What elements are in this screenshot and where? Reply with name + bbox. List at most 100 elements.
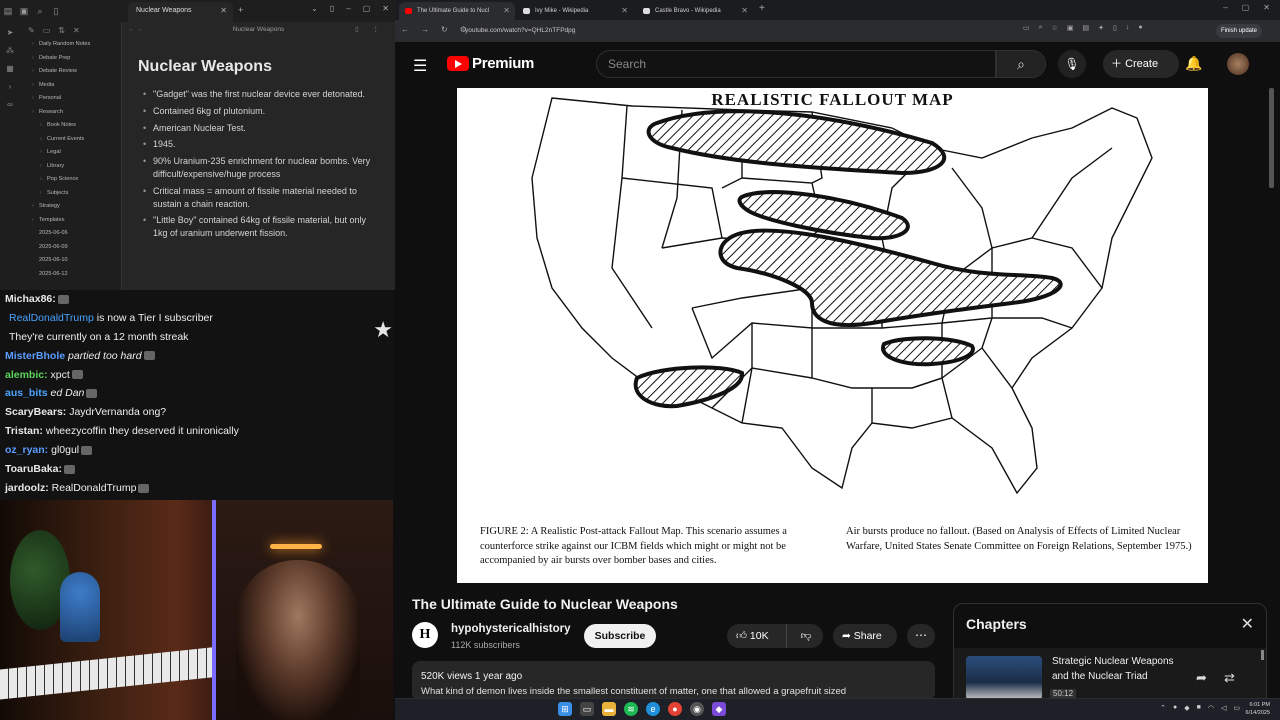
address-bar[interactable]: youtube.com/watch?v=QHL2nTFPdpg — [465, 24, 1005, 38]
user-avatar[interactable] — [1227, 53, 1249, 75]
collapse-icon[interactable]: ✕ — [73, 26, 80, 35]
chrome-icon[interactable]: ● — [668, 702, 682, 716]
close-icon[interactable]: ✕ — [1263, 3, 1270, 12]
share-button[interactable]: ➦ Share — [833, 624, 897, 648]
chat-username[interactable]: RealDonaldTrump — [9, 312, 94, 324]
wifi-icon[interactable]: ◠ — [1208, 704, 1214, 712]
tree-item[interactable]: 2025-06-09 — [20, 241, 121, 255]
back-forward-icon[interactable]: ← → — [128, 22, 143, 38]
dislike-button[interactable]: 👎︎ — [789, 624, 823, 648]
tray-chevron-icon[interactable]: ⌃ — [1160, 704, 1166, 712]
tree-item[interactable]: › Personal — [20, 92, 121, 106]
search-button[interactable]: ⌕ — [996, 50, 1046, 78]
channel-name[interactable]: hypohystericalhistory — [451, 623, 571, 635]
chapter-item[interactable]: 50:12 Strategic Nuclear Weapons and the … — [954, 648, 1266, 702]
page-scrollbar[interactable] — [1269, 88, 1274, 188]
bookmark-icon[interactable]: ▯ — [48, 6, 64, 17]
chat-username[interactable]: alembic: — [5, 369, 48, 381]
search-icon[interactable]: ⌕ — [32, 6, 48, 17]
tree-item[interactable]: › Current Events — [20, 133, 121, 147]
extension-icon[interactable]: ▣ — [1067, 24, 1074, 32]
minimize-icon[interactable]: – — [346, 4, 350, 13]
youtube-premium-logo[interactable]: Premium — [447, 55, 534, 72]
browser-tab-ivy-mike[interactable]: Ivy Mike - Wikipedia ✕ — [517, 2, 633, 20]
voice-search-button[interactable]: 🎙 — [1058, 50, 1086, 78]
zoom-icon[interactable]: ⌕ — [1039, 24, 1043, 32]
new-folder-icon[interactable]: ▭ — [43, 26, 51, 35]
puzzle-icon[interactable]: ✦ — [1098, 24, 1104, 32]
sort-icon[interactable]: ⇅ — [58, 26, 65, 35]
channel-avatar[interactable]: H — [412, 622, 438, 648]
bookmark-star-icon[interactable]: ☆ — [1052, 24, 1058, 32]
chapters-scrollbar[interactable] — [1261, 650, 1264, 660]
tab-nuclear-weapons[interactable]: Nuclear Weapons ✕ — [128, 2, 233, 22]
note-actions-icon[interactable]: ▯ ⋮ — [355, 22, 385, 38]
close-tab-icon[interactable]: ✕ — [621, 2, 628, 20]
cast-icon[interactable]: ▭ — [1023, 24, 1030, 32]
browser-tab-youtube[interactable]: The Ultimate Guide to Nucl ✕ — [399, 2, 515, 20]
like-button[interactable]: 👍︎ 10K — [727, 624, 787, 648]
tray-app-icon[interactable]: ● — [1173, 704, 1177, 712]
finish-update-button[interactable]: Finish update — [1215, 24, 1262, 38]
close-icon[interactable]: ✕ — [1241, 614, 1254, 634]
close-tab-icon[interactable]: ✕ — [741, 2, 748, 20]
tray-app-icon[interactable]: ■ — [1197, 704, 1201, 712]
tree-item[interactable]: 2025-06-06 — [20, 227, 121, 241]
tree-item[interactable]: › Legal — [20, 146, 121, 160]
chat-username[interactable]: ToaruBaka: — [5, 463, 62, 475]
sidebar-toggle-icon[interactable]: ▤ — [0, 6, 16, 17]
tree-item[interactable]: 2025-06-12 — [20, 268, 121, 282]
link-icon[interactable]: ∞ — [7, 100, 13, 109]
tree-item[interactable]: › Library — [20, 160, 121, 174]
extension-icon[interactable]: ▤ — [1082, 24, 1089, 32]
close-icon[interactable]: ✕ — [382, 4, 389, 13]
new-note-icon[interactable]: ✎ — [28, 26, 35, 35]
send-icon[interactable]: ➤ — [7, 28, 14, 37]
close-tab-icon[interactable]: ✕ — [220, 6, 227, 15]
tree-item[interactable]: › Debate Review — [20, 65, 121, 79]
tree-item[interactable]: › Pop Science — [20, 173, 121, 187]
chat-username[interactable]: jardoolz: — [5, 482, 49, 494]
maximize-icon[interactable]: ▢ — [1242, 3, 1250, 12]
chat-username[interactable]: ScaryBears: — [5, 406, 66, 418]
edge-icon[interactable]: e — [646, 702, 660, 716]
obs-icon[interactable]: ◉ — [690, 702, 704, 716]
tree-item[interactable]: › Strategy — [20, 200, 121, 214]
tree-item[interactable]: › Subjects — [20, 187, 121, 201]
chat-username[interactable]: Michax86: — [5, 293, 56, 305]
tree-item[interactable]: 2025-06-10 — [20, 254, 121, 268]
volume-icon[interactable]: ◁ — [1221, 704, 1226, 712]
browser-tab-castle-bravo[interactable]: Castle Bravo - Wikipedia ✕ — [637, 2, 753, 20]
tree-item[interactable]: › Daily Random Notes — [20, 38, 121, 52]
tree-item[interactable]: › Book Notes — [20, 119, 121, 133]
spotify-icon[interactable]: ≋ — [624, 702, 638, 716]
hamburger-menu-icon[interactable]: ☰ — [413, 56, 427, 76]
taskbar-clock[interactable]: 6:01 PM 6/14/2025 — [1246, 701, 1270, 717]
new-tab-icon[interactable]: + — [759, 3, 765, 14]
battery-icon[interactable]: ▭ — [1233, 704, 1240, 712]
description-box[interactable]: 520K views 1 year ago What kind of demon… — [412, 661, 935, 701]
reload-icon[interactable]: ↻ — [441, 25, 448, 34]
profile-icon[interactable]: ● — [1138, 24, 1142, 32]
subscribe-button[interactable]: Subscribe — [584, 624, 656, 648]
chat-username[interactable]: Tristan: — [5, 425, 43, 437]
create-button[interactable]: ＋ Create — [1103, 50, 1179, 78]
close-tab-icon[interactable]: ✕ — [503, 2, 510, 20]
tree-item[interactable]: › Templates — [20, 214, 121, 228]
loop-icon[interactable]: ⇄ — [1224, 670, 1235, 686]
forward-icon[interactable]: → — [421, 25, 429, 34]
sidebar-icon[interactable]: ▯ — [1113, 24, 1117, 32]
chat-username[interactable]: aus_bits — [5, 387, 48, 399]
video-player[interactable]: REALISTIC FALLOUT MAP FIGURE 2: A Realis… — [457, 88, 1208, 583]
search-input[interactable]: Search — [596, 50, 996, 78]
back-icon[interactable]: ← — [401, 25, 409, 34]
notifications-bell-icon[interactable]: 🔔 — [1185, 55, 1202, 72]
download-icon[interactable]: ↓ — [1126, 24, 1130, 32]
tray-app-icon[interactable]: ◆ — [1184, 704, 1189, 712]
share-icon[interactable]: ➦ — [1196, 670, 1207, 686]
minimize-icon[interactable]: – — [1223, 3, 1227, 12]
chat-username[interactable]: MisterBhole — [5, 350, 65, 362]
start-icon[interactable]: ⊞ — [558, 702, 572, 716]
new-tab-icon[interactable]: + — [238, 5, 243, 15]
terminal-icon[interactable]: › — [9, 82, 12, 91]
